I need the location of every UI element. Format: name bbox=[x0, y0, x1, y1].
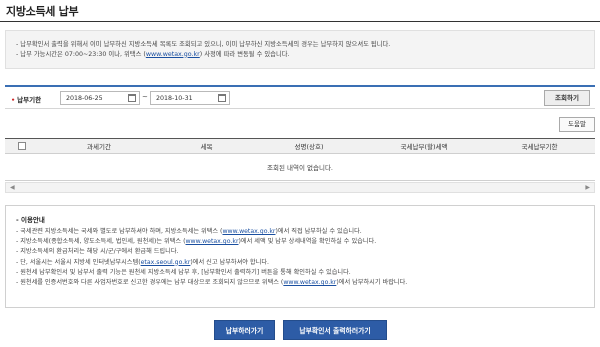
notice-line-2: - 납부 가능시간은 07:00~23:30 이나, 위택스 (www.weta… bbox=[16, 50, 594, 60]
start-date-input[interactable]: 2018-06-25 bbox=[60, 91, 140, 105]
header-tax-amount: 국세납부(할)세액 bbox=[364, 138, 484, 154]
empty-results-message: 조회된 내역이 없습니다. bbox=[5, 153, 595, 181]
scroll-left-icon[interactable]: ◀ bbox=[10, 184, 15, 191]
seoul-etax-link[interactable]: etax.seoul.go.kr bbox=[141, 259, 191, 266]
wetax-link[interactable]: www.wetax.go.kr bbox=[146, 51, 200, 58]
end-date-value: 2018-10-31 bbox=[156, 95, 193, 102]
end-date-input[interactable]: 2018-10-31 bbox=[150, 91, 230, 105]
guide-line-3: - 지방소득세의 환급처리는 해당 시/군/구에서 환급해 드립니다. bbox=[16, 248, 179, 256]
horizontal-scrollbar[interactable]: ◀ ▶ bbox=[5, 182, 595, 193]
guide-line-5: - 원천세 납부확인서 및 납부서 출력 기능은 원천세 지방소득세 납부 후,… bbox=[16, 268, 351, 276]
guide-line-1-text-end: )에서 직접 납부하실 수 있습니다. bbox=[275, 228, 362, 235]
header-due-date: 국세납부기한 bbox=[484, 138, 595, 154]
start-date-value: 2018-06-25 bbox=[66, 95, 103, 102]
guide-line-6-text: - 원천세를 인증서번호와 다른 사업자번호로 신고한 경우에는 납부 대상으로… bbox=[16, 279, 284, 287]
title-divider bbox=[0, 21, 600, 22]
usage-guide-title: - 이용안내 bbox=[16, 216, 45, 224]
calendar-icon[interactable] bbox=[128, 94, 136, 102]
wetax-link[interactable]: www.wetax.go.kr bbox=[222, 228, 275, 235]
header-select-all bbox=[5, 138, 39, 154]
wetax-link[interactable]: www.wetax.go.kr bbox=[283, 279, 336, 286]
page-title: 지방소득세 납부 bbox=[6, 5, 79, 18]
table-row: 조회된 내역이 없습니다. bbox=[5, 153, 595, 181]
guide-line-2: - 지방소득세(종합소득세, 양도소득세, 법인세, 원천세)는 위택스 (ww… bbox=[16, 237, 594, 247]
go-to-payment-button[interactable]: 납부하러가기 bbox=[214, 320, 275, 340]
scroll-right-icon[interactable]: ▶ bbox=[585, 184, 590, 191]
usage-guide-box: - 이용안내 - 국세관련 지방소득세는 국세와 별도로 납부하셔야 하며, 지… bbox=[5, 205, 595, 308]
due-date-label: • 납부기한 bbox=[11, 94, 41, 104]
guide-line-2-text-end: )에서 세액 및 납부 상세내역을 확인하실 수 있습니다. bbox=[238, 238, 377, 246]
guide-line-4-text-end: )에서 신고 납부하셔야 합니다. bbox=[190, 258, 269, 266]
notice-line-2-text-end: ) 사정에 따라 변동될 수 있습니다. bbox=[199, 50, 290, 58]
wetax-link[interactable]: www.wetax.go.kr bbox=[186, 238, 239, 245]
header-tax-item: 세목 bbox=[159, 138, 254, 154]
table-header-row: 과세기간 세목 성명(상호) 국세납부(할)세액 국세납부기한 bbox=[5, 138, 595, 154]
guide-line-6: - 원천세를 인증서번호와 다른 사업자번호로 신고한 경우에는 납부 대상으로… bbox=[16, 278, 594, 288]
header-name: 성명(상호) bbox=[254, 138, 364, 154]
guide-line-2-text: - 지방소득세(종합소득세, 양도소득세, 법인세, 원천세)는 위택스 ( bbox=[16, 238, 186, 246]
help-button[interactable]: 도움말 bbox=[559, 117, 595, 132]
required-bullet-icon: • bbox=[11, 96, 16, 104]
date-range-separator: ~ bbox=[142, 93, 148, 101]
select-all-checkbox[interactable] bbox=[18, 142, 26, 150]
guide-line-1-text: - 국세관련 지방소득세는 국세와 별도로 납부하셔야 하며, 지방소득세는 위… bbox=[16, 228, 223, 235]
calendar-icon[interactable] bbox=[218, 94, 226, 102]
guide-line-1: - 국세관련 지방소득세는 국세와 별도로 납부하셔야 하며, 지방소득세는 위… bbox=[16, 227, 594, 237]
due-date-label-text: 납부기한 bbox=[17, 96, 42, 104]
guide-line-6-text-end: )에서 납부하시기 바랍니다. bbox=[336, 279, 408, 287]
print-payment-confirmation-button[interactable]: 납부확인서 출력하러가기 bbox=[283, 320, 387, 340]
guide-line-4: - 단, 서울시는 서울시 지방세 인터넷납부시스템(etax.seoul.go… bbox=[16, 258, 594, 268]
header-tax-period: 과세기간 bbox=[39, 138, 159, 154]
search-bar: • 납부기한 2018-06-25 ~ 2018-10-31 조회하기 bbox=[5, 85, 595, 109]
notice-box: - 납부확인서 출력을 위해서 이미 납부하신 지방소득세 목록도 조회되고 있… bbox=[5, 30, 595, 69]
guide-line-4-text: - 단, 서울시는 서울시 지방세 인터넷납부시스템( bbox=[16, 258, 141, 266]
results-table: 과세기간 세목 성명(상호) 국세납부(할)세액 국세납부기한 조회된 내역이 … bbox=[5, 138, 595, 181]
notice-line-1: - 납부확인서 출력을 위해서 이미 납부하신 지방소득세 목록도 조회되고 있… bbox=[16, 41, 391, 48]
notice-line-2-text: - 납부 가능시간은 07:00~23:30 이나, 위택스 ( bbox=[16, 50, 146, 58]
search-button[interactable]: 조회하기 bbox=[544, 90, 590, 106]
